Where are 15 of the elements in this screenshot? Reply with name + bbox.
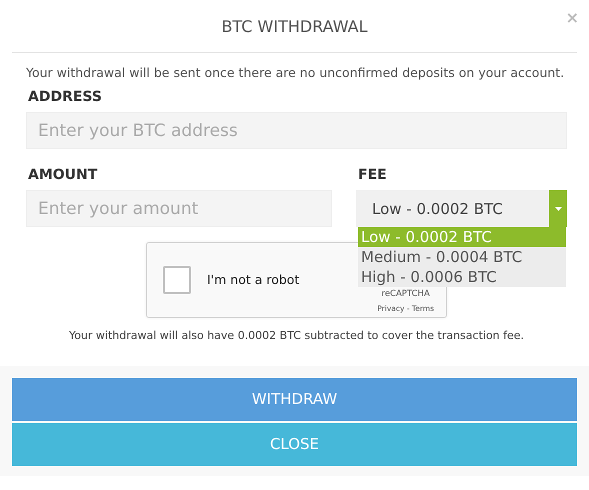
fee-note: Your withdrawal will also have 0.0002 BTC subtracted to cover the transaction fee.: [68, 328, 526, 344]
caret-icon: [554, 206, 562, 210]
address-field[interactable]: Enter your BTC address: [26, 112, 567, 149]
dropdown-option[interactable]: Medium - 0.0004 BTC: [358, 247, 566, 267]
captcha-brand: reCAPTCHA: [380, 290, 431, 299]
dialog-title: BTC WITHDRAWAL: [221, 16, 368, 38]
field-label: ADDRESS: [28, 88, 103, 107]
fee-select[interactable]: Low - 0.0002 BTC: [356, 190, 567, 227]
field-label: FEE: [358, 166, 388, 185]
field-label: AMOUNT: [28, 166, 98, 185]
captcha-checkbox[interactable]: [163, 266, 191, 294]
dropdown-option[interactable]: High - 0.0006 BTC: [358, 267, 566, 287]
captcha-label: I'm not a robot: [207, 270, 300, 289]
notice-text: Your withdrawal will be sent once there are no unconfirmed deposits on your account.: [26, 64, 566, 82]
amount-field[interactable]: Enter your amount: [26, 190, 332, 227]
